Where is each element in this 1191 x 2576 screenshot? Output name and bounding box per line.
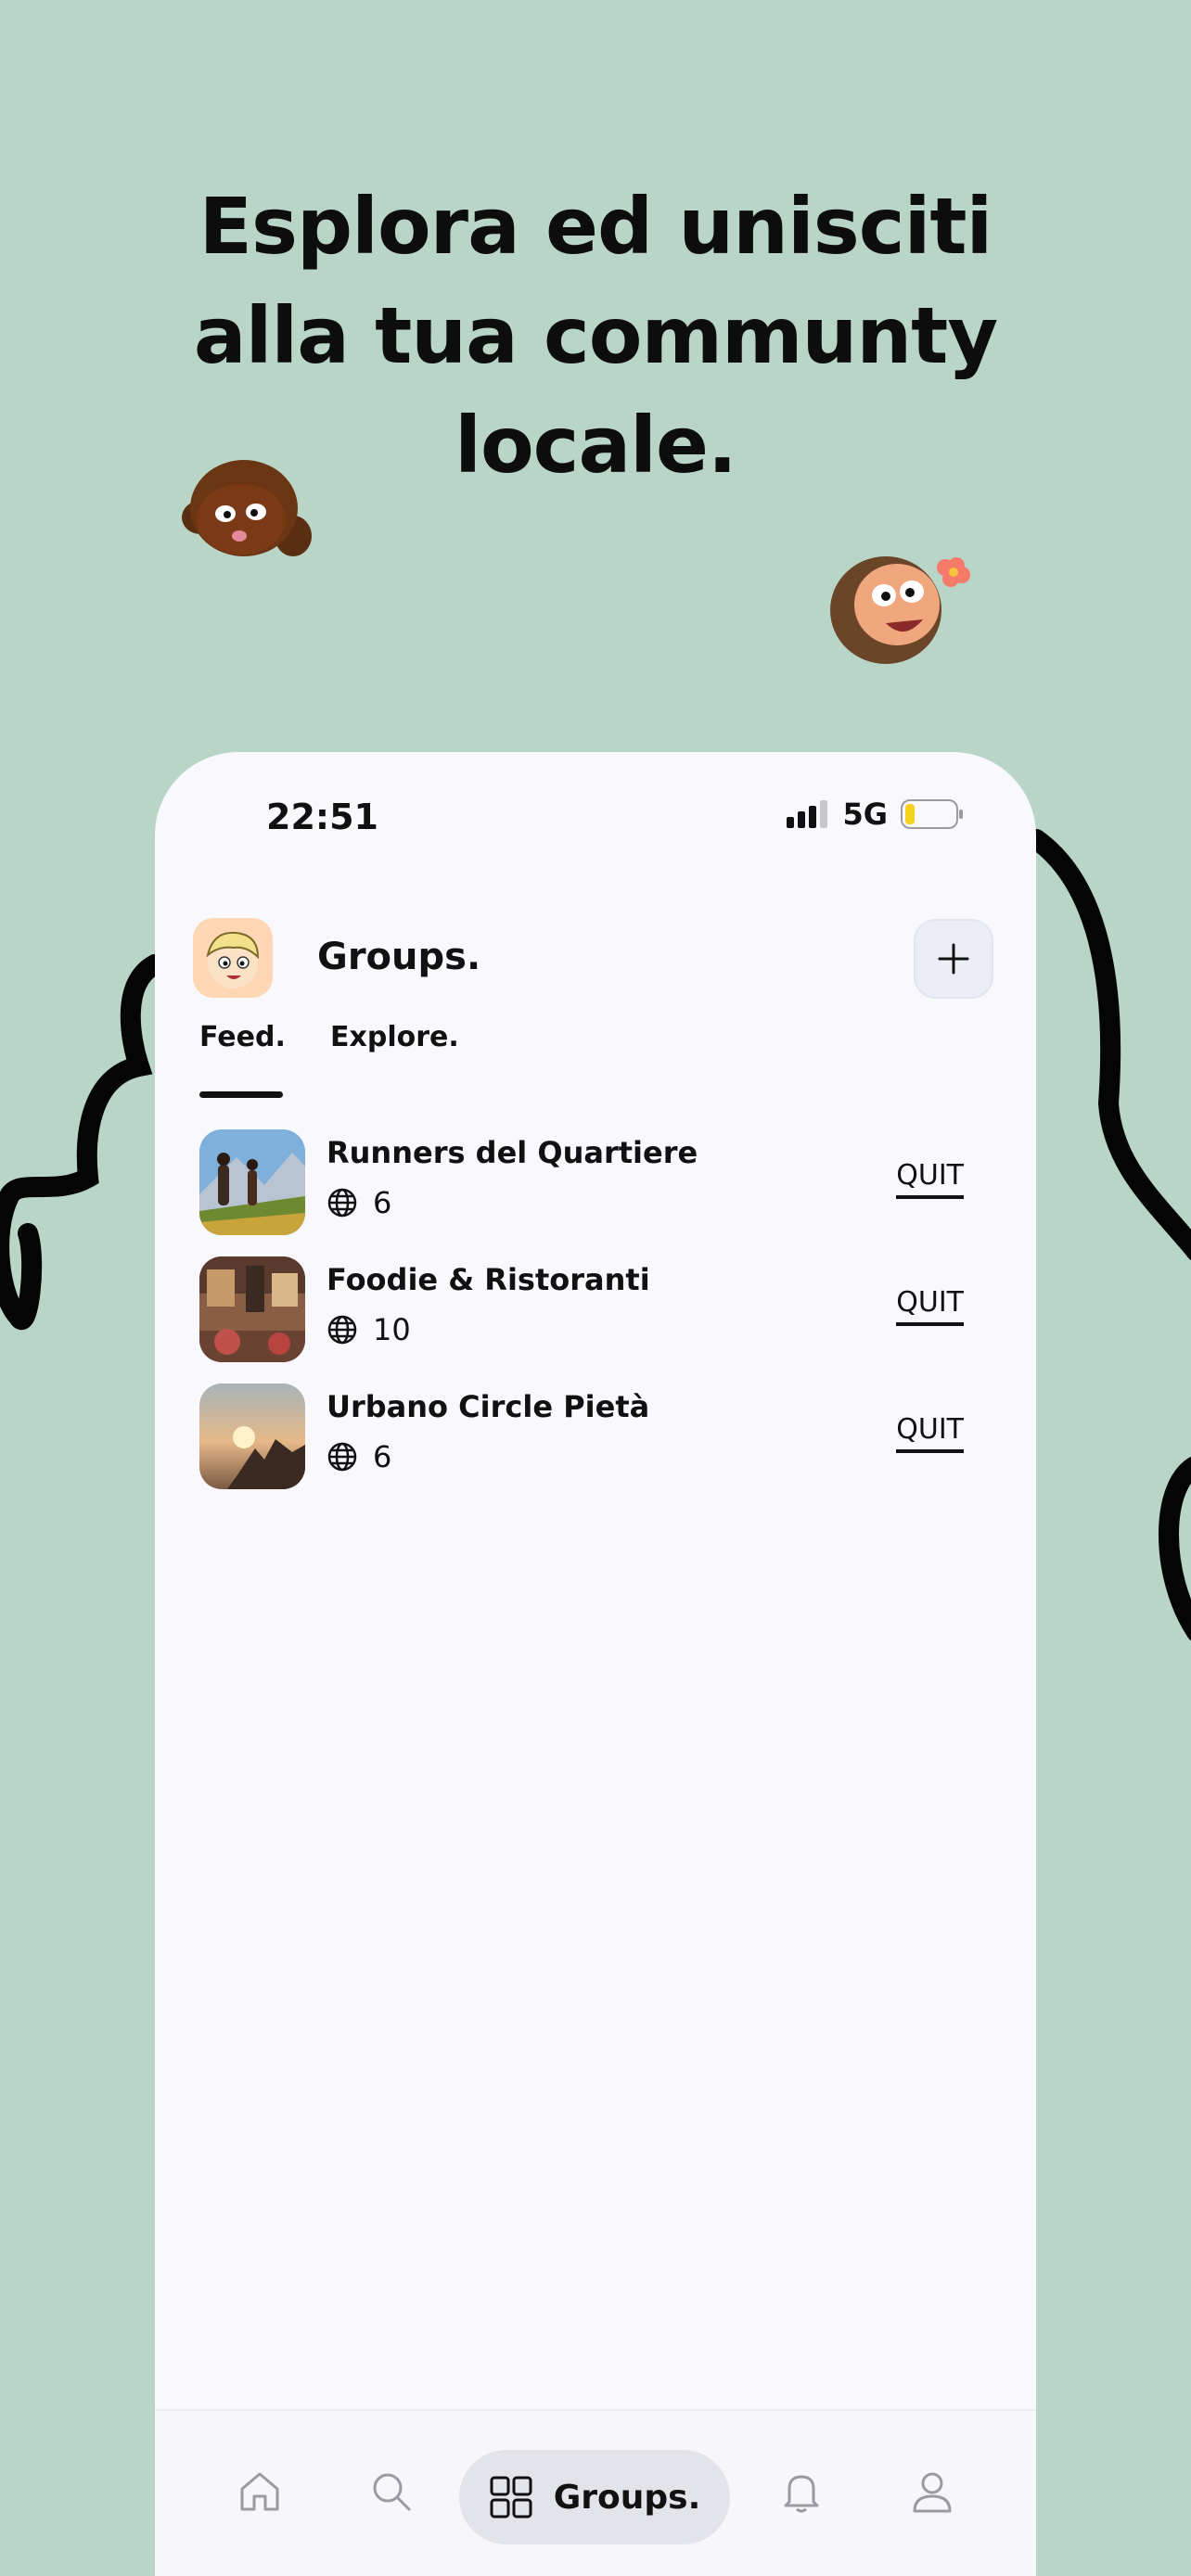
quit-group-button[interactable]: QUIT <box>896 1159 964 1199</box>
status-bar-right: 5G <box>787 797 964 832</box>
group-name: Foodie & Ristoranti <box>327 1262 650 1297</box>
groups-icon <box>490 2476 532 2519</box>
group-member-count: 10 <box>373 1312 411 1347</box>
home-icon[interactable] <box>237 2468 283 2515</box>
page-title: Groups. <box>317 936 481 978</box>
globe-icon <box>327 1315 357 1345</box>
quit-group-button[interactable]: QUIT <box>896 1286 964 1326</box>
group-thumbnail <box>199 1384 305 1489</box>
active-tab-indicator <box>199 1091 283 1098</box>
globe-icon <box>327 1188 357 1218</box>
mascot-girl-dark-icon <box>182 460 312 556</box>
group-meta: 6 <box>327 1439 391 1474</box>
tab-explore[interactable]: Explore. <box>330 1021 459 1053</box>
user-icon[interactable] <box>909 2468 955 2515</box>
group-member-count: 6 <box>373 1439 392 1474</box>
status-time: 22:51 <box>266 797 378 837</box>
avatar-face-icon <box>206 931 260 988</box>
bell-icon[interactable] <box>778 2468 825 2515</box>
tab-feed[interactable]: Feed. <box>199 1021 286 1053</box>
phone-screen: 22:51 5G Groups. Feed. Explore. Runners … <box>155 752 1036 2576</box>
bottom-nav: Groups. <box>155 2409 1036 2576</box>
battery-icon <box>901 799 963 829</box>
quit-group-button[interactable]: QUIT <box>896 1413 964 1453</box>
group-meta: 10 <box>327 1312 411 1347</box>
add-group-button[interactable] <box>914 919 993 999</box>
group-row-foodie[interactable]: Foodie & Ristoranti 10 QUIT <box>199 1256 997 1362</box>
group-thumbnail <box>199 1129 305 1235</box>
group-meta: 6 <box>327 1185 391 1220</box>
nav-groups-label: Groups. <box>553 2478 701 2517</box>
group-thumbnail <box>199 1256 305 1362</box>
signal-icon <box>787 800 828 828</box>
nav-groups-button[interactable]: Groups. <box>459 2450 730 2544</box>
group-name: Urbano Circle Pietà <box>327 1389 650 1424</box>
user-avatar[interactable] <box>193 918 273 998</box>
group-row-runners[interactable]: Runners del Quartiere 6 QUIT <box>199 1129 997 1235</box>
mascot-girl-flower-icon <box>830 556 970 664</box>
network-label: 5G <box>842 797 888 832</box>
globe-icon <box>327 1442 357 1472</box>
group-member-count: 6 <box>373 1185 392 1220</box>
group-name: Runners del Quartiere <box>327 1135 698 1170</box>
group-row-urbano[interactable]: Urbano Circle Pietà 6 QUIT <box>199 1384 997 1489</box>
plus-icon <box>938 943 969 975</box>
search-icon[interactable] <box>368 2468 415 2515</box>
